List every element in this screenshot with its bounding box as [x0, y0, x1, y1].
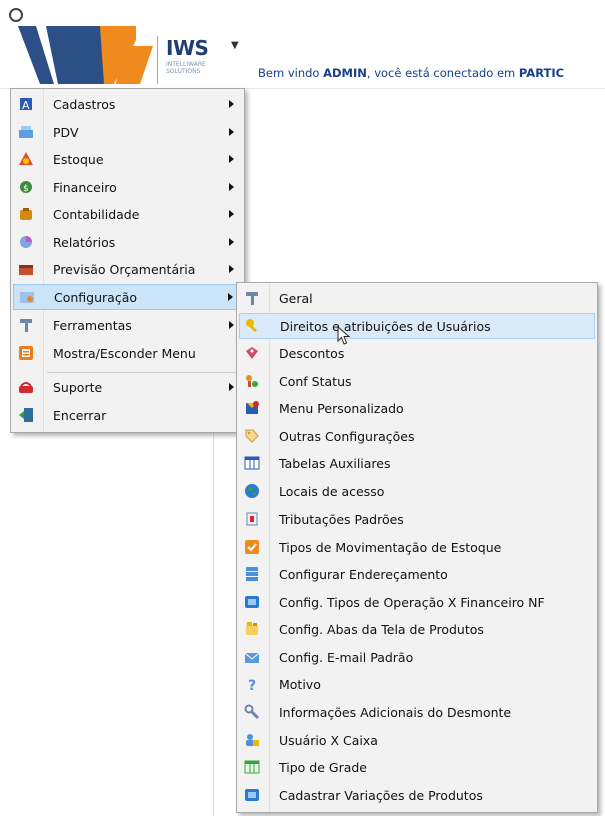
- submenu-arrow-icon: [229, 210, 234, 218]
- submenu-item-tipo-grade[interactable]: Tipo de Grade: [239, 754, 595, 780]
- app-header: IWS INTELLIWARE SOLUTIONS ▼ Bem vindo AD…: [0, 0, 605, 89]
- tag-icon: [243, 427, 261, 445]
- submenu-arrow-icon: [229, 100, 234, 108]
- tax-icon: [243, 510, 261, 528]
- brand-tagline: INTELLIWARE SOLUTIONS: [166, 61, 206, 75]
- submenu-arrow-icon: [229, 238, 234, 246]
- submenu-item-info-desmonte[interactable]: Informações Adicionais do Desmonte: [239, 699, 595, 725]
- submenu-arrow-icon: [229, 383, 234, 391]
- svg-text:$: $: [23, 184, 29, 194]
- submenu-arrow-icon: [229, 265, 234, 273]
- grid-icon: [243, 758, 261, 776]
- menu-separator: [47, 372, 240, 373]
- user-cashier-icon: [243, 731, 261, 749]
- svg-text:?: ?: [248, 678, 256, 692]
- welcome-message: Bem vindo ADMIN, você está conectado em …: [258, 66, 565, 80]
- table-icon: [243, 454, 261, 472]
- submenu-item-configurar-enderecamento[interactable]: Configurar Endereçamento: [239, 561, 595, 587]
- menu-item-ferramentas[interactable]: Ferramentas: [13, 312, 242, 338]
- wrench-icon: [243, 703, 261, 721]
- menu-item-contabilidade[interactable]: Contabilidade: [13, 201, 242, 227]
- globe-icon: [243, 482, 261, 500]
- product-variations-icon: [243, 786, 261, 804]
- suporte-icon: [17, 378, 35, 396]
- menu-item-encerrar[interactable]: Encerrar: [13, 402, 242, 428]
- financeiro-icon: $: [17, 178, 35, 196]
- relatorios-icon: [17, 233, 35, 251]
- brand-logo-icon: [18, 26, 153, 84]
- pdv-icon: [17, 123, 35, 141]
- submenu-item-usuario-caixa[interactable]: Usuário X Caixa: [239, 727, 595, 753]
- submenu-item-motivo[interactable]: ? Motivo: [239, 671, 595, 697]
- menu-item-configuracao[interactable]: Configuração: [13, 284, 242, 310]
- menu-item-relatorios[interactable]: Relatórios: [13, 229, 242, 255]
- submenu-item-config-abas-produtos[interactable]: Config. Abas da Tela de Produtos: [239, 616, 595, 642]
- logo-divider: [157, 36, 158, 84]
- submenu-item-outras-configuracoes[interactable]: Outras Configurações: [239, 423, 595, 449]
- menu-item-financeiro[interactable]: $ Financeiro: [13, 174, 242, 200]
- configuracao-submenu: Geral Direitos e atribuições de Usuários…: [236, 282, 598, 813]
- operation-icon: [243, 593, 261, 611]
- brand-name: IWS: [166, 36, 209, 60]
- menu-item-mostra-esconder-menu[interactable]: Mostra/Esconder Menu: [13, 340, 242, 366]
- menu-item-cadastros[interactable]: A Cadastros: [13, 91, 242, 117]
- configuracao-icon: [18, 288, 36, 306]
- encerrar-icon: [17, 406, 35, 424]
- submenu-item-menu-personalizado[interactable]: Menu Personalizado: [239, 395, 595, 421]
- mouse-cursor-icon: [337, 326, 351, 345]
- menu-custom-icon: [243, 399, 261, 417]
- submenu-item-variacoes-produtos[interactable]: Cadastrar Variações de Produtos: [239, 782, 595, 808]
- submenu-arrow-icon: [229, 183, 234, 191]
- email-icon: [243, 648, 261, 666]
- app-circle-icon[interactable]: [9, 8, 23, 22]
- submenu-item-descontos[interactable]: Descontos: [239, 340, 595, 366]
- menu-item-pdv[interactable]: PDV: [13, 119, 242, 145]
- ferramentas-icon: [17, 316, 35, 334]
- submenu-arrow-icon: [228, 293, 233, 301]
- addressing-icon: [243, 565, 261, 583]
- menu-item-previsao-orcamentaria[interactable]: Previsão Orçamentária: [13, 256, 242, 282]
- submenu-arrow-icon: [229, 155, 234, 163]
- submenu-item-conf-status[interactable]: Conf Status: [239, 368, 595, 394]
- submenu-item-geral[interactable]: Geral: [239, 285, 595, 311]
- submenu-item-direitos-usuarios[interactable]: Direitos e atribuições de Usuários: [239, 313, 595, 339]
- tabs-icon: [243, 620, 261, 638]
- menu-item-suporte[interactable]: Suporte: [13, 374, 242, 400]
- submenu-item-tipos-movimentacao-estoque[interactable]: Tipos de Movimentação de Estoque: [239, 534, 595, 560]
- submenu-arrow-icon: [229, 128, 234, 136]
- previsao-icon: [17, 260, 35, 278]
- contabilidade-icon: [17, 205, 35, 223]
- submenu-item-locais-acesso[interactable]: Locais de acesso: [239, 478, 595, 504]
- menu-item-estoque[interactable]: Estoque: [13, 146, 242, 172]
- mostrar-menu-icon: [17, 344, 35, 362]
- main-menu: A Cadastros PDV Estoque $ Financeiro Con…: [10, 88, 245, 433]
- cadastros-icon: A: [17, 95, 35, 113]
- tools-icon: [243, 289, 261, 307]
- estoque-icon: [17, 150, 35, 168]
- submenu-item-tabelas-auxiliares[interactable]: Tabelas Auxiliares: [239, 450, 595, 476]
- status-icon: [243, 372, 261, 390]
- svg-text:A: A: [22, 99, 30, 112]
- key-icon: [244, 317, 262, 335]
- stock-movement-icon: [243, 538, 261, 556]
- dropdown-arrow-icon[interactable]: ▼: [231, 40, 239, 51]
- submenu-item-config-tipos-operacao[interactable]: Config. Tipos de Operação X Financeiro N…: [239, 589, 595, 615]
- submenu-item-tributacoes-padroes[interactable]: Tributações Padrões: [239, 506, 595, 532]
- submenu-arrow-icon: [229, 321, 234, 329]
- discount-icon: [243, 344, 261, 362]
- submenu-item-config-email[interactable]: Config. E-mail Padrão: [239, 644, 595, 670]
- question-icon: ?: [243, 675, 261, 693]
